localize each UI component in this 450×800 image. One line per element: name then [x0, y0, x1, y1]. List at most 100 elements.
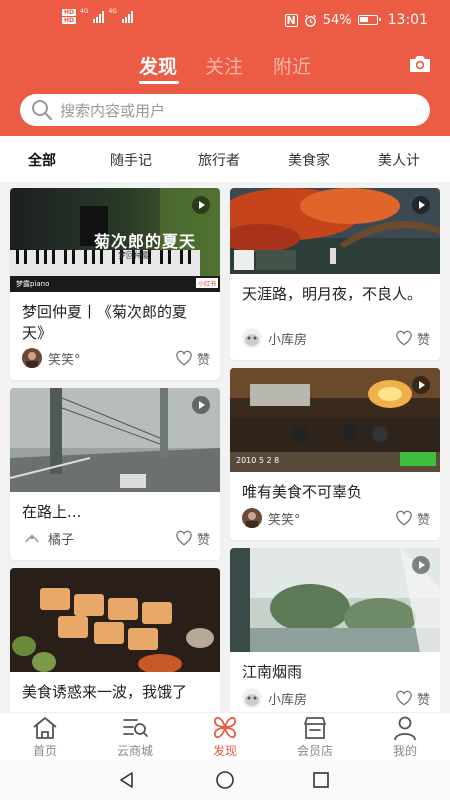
card-thumbnail	[10, 568, 220, 672]
card-thumbnail: 2010 5 2 8	[230, 368, 440, 472]
back-icon[interactable]	[117, 770, 137, 790]
nav-label: 云商城	[116, 744, 153, 758]
play-icon	[412, 376, 430, 394]
nfc-icon: N	[284, 13, 298, 27]
feed-card[interactable]: 在路上... 橘子 赞	[10, 388, 220, 560]
tab-discover[interactable]: 发现	[139, 52, 177, 79]
thumbnail-title: 菊次郎的夏天	[94, 232, 197, 251]
thumbnail-tag: 小红书	[198, 281, 217, 288]
search-input[interactable]: 搜索内容或用户	[60, 100, 165, 121]
feed-card[interactable]: 天涯路，明月夜，不良人。 小库房 赞	[230, 188, 440, 360]
play-icon	[192, 196, 210, 214]
card-thumbnail	[230, 548, 440, 652]
category-foodies[interactable]: 美食家	[288, 150, 330, 170]
bottom-nav: 首页 云商城 发现 会员店 我的	[0, 712, 450, 760]
like-button[interactable]: 赞	[175, 349, 210, 368]
road-bridge-image	[10, 388, 220, 492]
nav-cloud-mall[interactable]: 云商城	[105, 715, 165, 759]
clock: 13:01	[387, 12, 428, 28]
thumbnail-brand: 梦露piano	[16, 280, 50, 288]
nav-label: 首页	[32, 744, 57, 758]
like-label: 赞	[196, 352, 210, 368]
network-label-1: 4G	[80, 8, 89, 15]
avatar[interactable]	[22, 528, 42, 548]
category-travelers[interactable]: 旅行者	[198, 150, 240, 170]
nav-label: 我的	[392, 744, 417, 758]
tab-nearby[interactable]: 附近	[273, 52, 311, 79]
status-right: N 54% 13:01	[284, 12, 428, 28]
author-name[interactable]: 笑笑°	[48, 349, 81, 368]
avatar[interactable]	[242, 688, 262, 708]
cloud-mall-icon	[123, 719, 148, 737]
recents-icon[interactable]	[311, 770, 331, 790]
card-thumbnail: 菊次郎的夏天 梦回仲夏 梦露piano 小红书	[10, 188, 220, 292]
nav-member-store[interactable]: 会员店	[285, 715, 345, 759]
feed-card[interactable]: 菊次郎的夏天 梦回仲夏 梦露piano 小红书 梦回仲夏丨《菊次郎的夏天》 笑笑…	[10, 188, 220, 380]
video-timestamp: 2010 5 2 8	[236, 456, 280, 465]
heart-icon	[396, 690, 412, 706]
signal-icon-2	[121, 11, 133, 23]
search-icon	[32, 100, 53, 121]
heart-icon	[396, 510, 412, 526]
heart-icon	[396, 330, 412, 346]
battery-icon	[357, 15, 381, 25]
hd-icon-1: HD	[62, 9, 77, 16]
like-button[interactable]: 赞	[395, 509, 430, 528]
discover-icon	[213, 716, 237, 739]
signal-icon-1	[93, 11, 105, 23]
camera-icon[interactable]	[408, 55, 432, 73]
feed: 菊次郎的夏天 梦回仲夏 梦露piano 小红书 梦回仲夏丨《菊次郎的夏天》 笑笑…	[0, 182, 450, 712]
system-navigation-bar	[0, 760, 450, 800]
nav-discover[interactable]: 发现	[195, 715, 255, 759]
feed-card[interactable]: 江南烟雨 小库房 赞	[230, 548, 440, 712]
tab-following[interactable]: 关注	[205, 52, 243, 79]
member-store-icon	[304, 717, 326, 739]
heart-icon	[176, 530, 192, 546]
search-bar[interactable]: 搜索内容或用户	[20, 94, 430, 126]
like-button[interactable]: 赞	[395, 329, 430, 348]
author-name[interactable]: 小库房	[268, 329, 307, 348]
heart-icon	[176, 350, 192, 366]
nav-home[interactable]: 首页	[15, 715, 75, 759]
status-bar: HD HD 4G 4G N 54% 13:01	[0, 0, 450, 40]
card-title: 在路上...	[22, 503, 82, 521]
card-meta: 笑笑° 赞	[242, 508, 430, 528]
author-name[interactable]: 橘子	[48, 529, 74, 548]
avatar[interactable]	[22, 348, 42, 368]
avatar[interactable]	[242, 508, 262, 528]
play-icon	[412, 556, 430, 574]
network-label-2: 4G	[108, 8, 117, 15]
card-title: 唯有美食不可辜负	[242, 483, 363, 501]
like-label: 赞	[416, 512, 430, 528]
category-notes[interactable]: 随手记	[110, 150, 152, 170]
like-button[interactable]: 赞	[395, 689, 430, 708]
nav-profile[interactable]: 我的	[375, 715, 435, 759]
tab-active-indicator	[139, 81, 179, 84]
avatar[interactable]	[242, 328, 262, 348]
category-all[interactable]: 全部	[28, 150, 56, 170]
card-title: 美食诱惑来一波，我饿了	[22, 683, 188, 701]
like-button[interactable]: 赞	[175, 529, 210, 548]
profile-icon	[394, 716, 416, 741]
home-circle-icon[interactable]	[215, 770, 235, 790]
play-icon	[192, 396, 210, 414]
card-thumbnail	[10, 388, 220, 492]
hd-icon-2: HD	[62, 17, 77, 24]
card-title: 梦回仲夏丨《菊次郎的夏天》	[22, 303, 188, 342]
feed-card[interactable]: 2010 5 2 8 唯有美食不可辜负 笑笑° 赞	[230, 368, 440, 540]
category-beauty[interactable]: 美人计	[378, 150, 420, 170]
author-name[interactable]: 小库房	[268, 689, 307, 708]
author-name[interactable]: 笑笑°	[268, 509, 301, 528]
rainy-window-image	[230, 548, 440, 652]
card-title: 天涯路，明月夜，不良人。	[242, 285, 423, 303]
like-label: 赞	[416, 332, 430, 348]
top-tabs: 发现 关注 附近	[0, 52, 450, 84]
grilled-food-image	[10, 568, 220, 672]
play-icon	[412, 196, 430, 214]
battery-percent: 54%	[322, 12, 352, 28]
feed-card[interactable]: 美食诱惑来一波，我饿了	[10, 568, 220, 712]
card-meta: 小库房 赞	[242, 328, 430, 348]
like-label: 赞	[416, 692, 430, 708]
card-thumbnail	[230, 188, 440, 274]
home-icon	[33, 717, 57, 739]
